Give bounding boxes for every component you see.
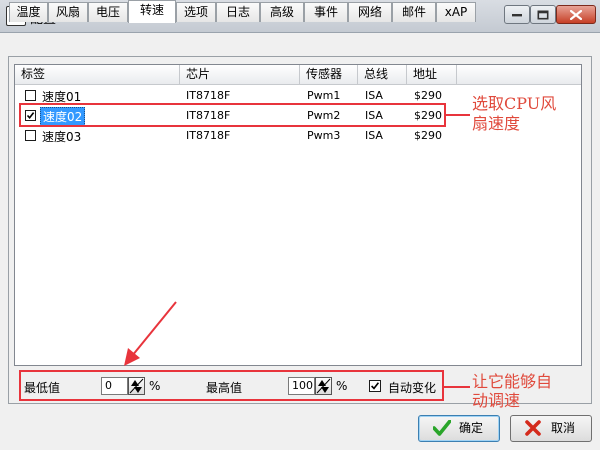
- annotation-select-fan-line2: 扇速度: [472, 114, 521, 133]
- red-x-icon: [525, 420, 541, 436]
- row-chip: IT8718F: [186, 89, 231, 102]
- tab-advanced[interactable]: 高级: [260, 2, 304, 22]
- minimize-icon: [512, 13, 522, 16]
- annotation-arrow-icon: [124, 301, 177, 366]
- row-bus: ISA: [365, 129, 383, 142]
- tab-fan[interactable]: 风扇: [48, 2, 88, 22]
- column-header-address[interactable]: 地址: [407, 65, 457, 84]
- tab-events[interactable]: 事件: [304, 2, 348, 22]
- ok-button[interactable]: 确定: [418, 415, 500, 442]
- maximize-icon: [537, 10, 549, 19]
- annotation-select-fan-line1: 选取CPU风: [472, 94, 557, 113]
- column-header-label[interactable]: 标签: [15, 65, 180, 84]
- tab-temperature[interactable]: 温度: [9, 2, 48, 22]
- tab-voltage[interactable]: 电压: [88, 2, 128, 22]
- tab-xap[interactable]: xAP: [436, 2, 476, 22]
- row-bus: ISA: [365, 89, 383, 102]
- row-label: 速度03: [42, 130, 82, 144]
- ok-button-label: 确定: [459, 421, 484, 435]
- annotation-connector: [446, 114, 470, 116]
- row-checkbox[interactable]: [25, 130, 36, 141]
- tab-network[interactable]: 网络: [348, 2, 392, 22]
- green-check-icon: [433, 420, 451, 436]
- row-chip: IT8718F: [186, 129, 231, 142]
- annotation-highlight-row: [19, 103, 446, 127]
- cancel-button[interactable]: 取消: [510, 415, 592, 442]
- tab-mail[interactable]: 邮件: [392, 2, 436, 22]
- annotation-connector: [444, 386, 470, 388]
- close-button[interactable]: [556, 5, 596, 24]
- annotation-auto-adjust-line1: 让它能够自: [472, 372, 553, 391]
- annotation-highlight-speed-range: [19, 370, 444, 401]
- column-header-chip[interactable]: 芯片: [180, 65, 300, 84]
- close-icon: [570, 9, 582, 20]
- row-sensor: Pwm1: [307, 89, 341, 102]
- row-checkbox[interactable]: [25, 90, 36, 101]
- row-sensor: Pwm3: [307, 129, 341, 142]
- row-address: $290: [414, 129, 442, 142]
- tab-options[interactable]: 选项: [176, 2, 216, 22]
- column-header-sensor[interactable]: 传感器: [300, 65, 358, 84]
- maximize-button[interactable]: [530, 5, 556, 24]
- column-header-bus[interactable]: 总线: [358, 65, 407, 84]
- minimize-button[interactable]: [504, 5, 530, 24]
- tab-speed[interactable]: 转速: [128, 0, 176, 23]
- tab-log[interactable]: 日志: [216, 2, 260, 22]
- annotation-auto-adjust-line2: 动调速: [472, 391, 521, 410]
- cancel-button-label: 取消: [551, 421, 576, 435]
- row-address: $290: [414, 89, 442, 102]
- list-header: 标签 芯片 传感器 总线 地址: [15, 65, 581, 85]
